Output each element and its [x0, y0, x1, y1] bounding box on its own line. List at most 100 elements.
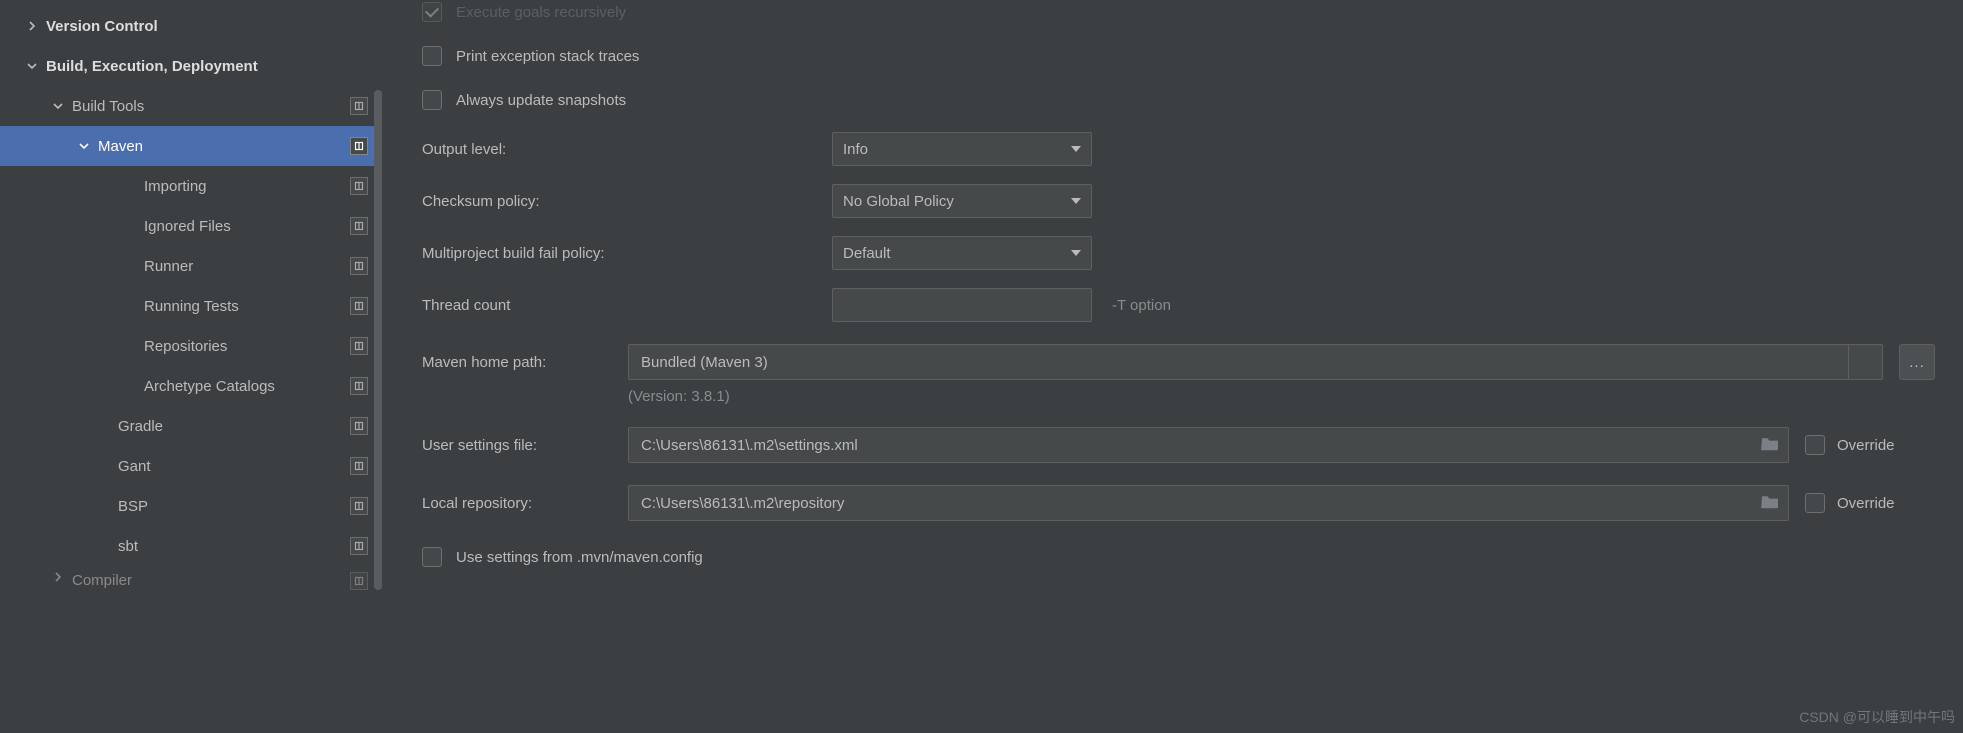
tree-item-label: Running Tests: [144, 298, 342, 315]
tree-item-repositories[interactable]: Repositories: [0, 326, 382, 366]
folder-icon[interactable]: [1760, 493, 1780, 513]
tree-item-label: Repositories: [144, 338, 342, 355]
maven-home-dropdown-button[interactable]: [1848, 345, 1882, 379]
project-scope-icon: [350, 217, 368, 235]
checksum-policy-value: No Global Policy: [843, 193, 954, 210]
tree-item-build-execution-deployment[interactable]: Build, Execution, Deployment: [0, 46, 382, 86]
tree-item-running-tests[interactable]: Running Tests: [0, 286, 382, 326]
settings-tree: Version Control Build, Execution, Deploym…: [0, 0, 382, 596]
tree-item-maven[interactable]: Maven: [0, 126, 382, 166]
execute-goals-checkbox[interactable]: [422, 2, 442, 22]
folder-icon[interactable]: [1760, 435, 1780, 455]
maven-home-browse-button[interactable]: ...: [1899, 344, 1935, 380]
maven-version-note: (Version: 3.8.1): [628, 388, 1935, 405]
project-scope-icon: [350, 497, 368, 515]
print-exception-row: Print exception stack traces: [422, 34, 1935, 78]
project-scope-icon: [350, 457, 368, 475]
tree-item-label: Gradle: [118, 418, 342, 435]
execute-goals-label: Execute goals recursively: [456, 4, 626, 21]
tree-item-gant[interactable]: Gant: [0, 446, 382, 486]
form-grid: Output level: Info Checksum policy: No G…: [422, 132, 1935, 322]
print-exception-checkbox[interactable]: [422, 46, 442, 66]
always-update-checkbox[interactable]: [422, 90, 442, 110]
print-exception-label: Print exception stack traces: [456, 48, 639, 65]
maven-home-combo[interactable]: Bundled (Maven 3): [628, 344, 1883, 380]
local-repo-field[interactable]: C:\Users\86131\.m2\repository: [628, 485, 1789, 521]
chevron-down-icon: [1071, 141, 1081, 158]
tree-item-sbt[interactable]: sbt: [0, 526, 382, 566]
user-settings-override-checkbox[interactable]: [1805, 435, 1825, 455]
watermark-text: CSDN @可以睡到中午吗: [1799, 707, 1955, 727]
tree-item-runner[interactable]: Runner: [0, 246, 382, 286]
tree-item-label: Runner: [144, 258, 342, 275]
output-level-select[interactable]: Info: [832, 132, 1092, 166]
tree-item-importing[interactable]: Importing: [0, 166, 382, 206]
tree-item-bsp[interactable]: BSP: [0, 486, 382, 526]
fail-policy-value: Default: [843, 245, 891, 262]
tree-item-label: BSP: [118, 498, 342, 515]
maven-home-row: Maven home path: Bundled (Maven 3) ...: [422, 344, 1935, 380]
project-scope-icon: [350, 177, 368, 195]
tree-item-label: Compiler: [72, 572, 342, 589]
chevron-down-icon[interactable]: [50, 101, 66, 111]
use-mvn-config-label: Use settings from .mvn/maven.config: [456, 549, 703, 566]
tree-item-version-control[interactable]: Version Control: [0, 6, 382, 46]
output-level-label: Output level:: [422, 141, 832, 158]
checksum-policy-label: Checksum policy:: [422, 193, 832, 210]
fail-policy-label: Multiproject build fail policy:: [422, 245, 832, 262]
local-repo-override-group: Override: [1805, 493, 1935, 513]
sidebar-scrollbar[interactable]: [374, 90, 382, 590]
user-settings-override-label: Override: [1837, 437, 1895, 454]
tree-item-compiler[interactable]: Compiler: [0, 566, 382, 596]
project-scope-icon: [350, 537, 368, 555]
tree-item-label: Build Tools: [72, 98, 342, 115]
always-update-label: Always update snapshots: [456, 92, 626, 109]
user-settings-field[interactable]: C:\Users\86131\.m2\settings.xml: [628, 427, 1789, 463]
thread-count-label: Thread count: [422, 297, 832, 314]
chevron-down-icon: [1071, 245, 1081, 262]
chevron-down-icon[interactable]: [24, 61, 40, 71]
project-scope-icon: [350, 417, 368, 435]
tree-item-label: Maven: [98, 138, 342, 155]
local-repo-value: C:\Users\86131\.m2\repository: [641, 495, 1752, 512]
chevron-down-icon[interactable]: [76, 141, 92, 151]
tree-item-build-tools[interactable]: Build Tools: [0, 86, 382, 126]
chevron-right-icon[interactable]: [24, 21, 40, 31]
local-repo-override-checkbox[interactable]: [1805, 493, 1825, 513]
fail-policy-select[interactable]: Default: [832, 236, 1092, 270]
project-scope-icon: [350, 137, 368, 155]
project-scope-icon: [350, 297, 368, 315]
tree-item-label: sbt: [118, 538, 342, 555]
execute-goals-row: Execute goals recursively: [422, 0, 1935, 34]
chevron-down-icon: [1071, 193, 1081, 210]
project-scope-icon: [350, 572, 368, 590]
tree-item-label: Version Control: [46, 18, 368, 35]
local-repo-override-label: Override: [1837, 495, 1895, 512]
tree-item-label: Importing: [144, 178, 342, 195]
tree-item-ignored-files[interactable]: Ignored Files: [0, 206, 382, 246]
user-settings-label: User settings file:: [422, 437, 612, 454]
thread-count-input[interactable]: [832, 288, 1092, 322]
maven-settings-panel: Execute goals recursively Print exceptio…: [382, 0, 1963, 733]
maven-home-value: Bundled (Maven 3): [629, 354, 1848, 371]
tree-item-label: Gant: [118, 458, 342, 475]
tree-item-label: Ignored Files: [144, 218, 342, 235]
chevron-right-icon[interactable]: [50, 572, 66, 582]
tree-item-label: Build, Execution, Deployment: [46, 58, 368, 75]
project-scope-icon: [350, 257, 368, 275]
output-level-value: Info: [843, 141, 868, 158]
thread-count-hint: -T option: [1112, 297, 1935, 314]
user-settings-override-group: Override: [1805, 435, 1935, 455]
tree-item-label: Archetype Catalogs: [144, 378, 342, 395]
checksum-policy-select[interactable]: No Global Policy: [832, 184, 1092, 218]
project-scope-icon: [350, 337, 368, 355]
tree-item-gradle[interactable]: Gradle: [0, 406, 382, 446]
user-settings-value: C:\Users\86131\.m2\settings.xml: [641, 437, 1752, 454]
use-mvn-config-checkbox[interactable]: [422, 547, 442, 567]
tree-item-archetype-catalogs[interactable]: Archetype Catalogs: [0, 366, 382, 406]
local-repo-label: Local repository:: [422, 495, 612, 512]
settings-sidebar: Version Control Build, Execution, Deploym…: [0, 0, 382, 733]
local-repo-row: Local repository: C:\Users\86131\.m2\rep…: [422, 485, 1935, 521]
maven-home-label: Maven home path:: [422, 354, 612, 371]
always-update-row: Always update snapshots: [422, 78, 1935, 122]
